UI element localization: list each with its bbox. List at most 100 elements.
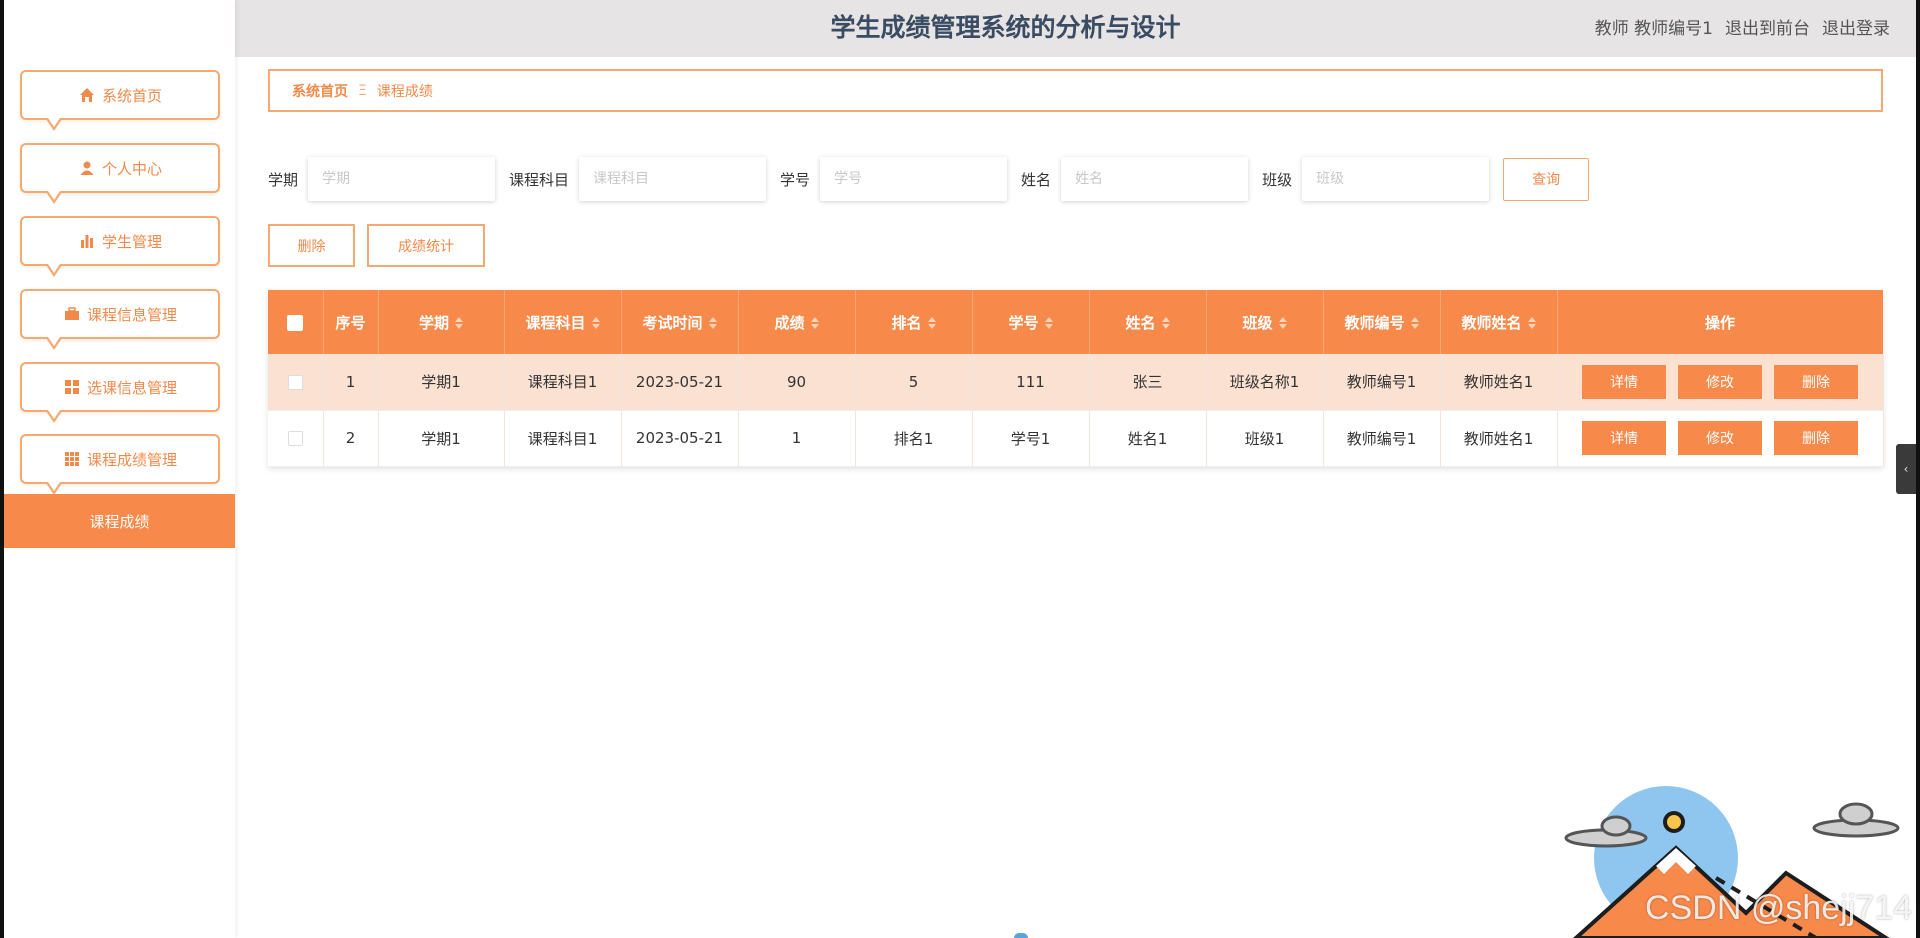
class-label: 班级 [1262,170,1293,189]
cell-rank: 排名1 [855,410,973,467]
row-select-cell [268,354,324,411]
student-id-input[interactable] [820,157,1008,201]
current-user-label: 教师 教师编号1 [1594,19,1713,39]
action-bar: 删除 成绩统计 [268,224,485,267]
cell-teacher-name: 教师姓名1 [1440,410,1558,467]
column-header[interactable]: 学号 [972,290,1090,354]
detail-button[interactable]: 详情 [1582,364,1666,399]
csdn-watermark: CSDN @shejj714 [1645,889,1912,927]
column-header[interactable]: 学期 [378,290,505,354]
column-header-label: 考试时间 [642,313,703,332]
sidebar-item-course-selection[interactable]: 选课信息管理 [20,362,220,423]
sort-icon[interactable] [1278,317,1287,329]
submenu-course-grades[interactable]: 课程成绩 [4,494,235,548]
sort-icon[interactable] [927,317,936,329]
sort-icon[interactable] [810,317,819,329]
cell-teacher-id: 教师编号1 [1323,410,1441,467]
sidebar-item-label: 个人中心 [101,159,162,178]
column-header[interactable]: 班级 [1206,290,1324,354]
column-header[interactable]: 考试时间 [621,290,739,354]
sidebar-item-students[interactable]: 学生管理 [20,216,220,277]
grid-icon [63,378,81,396]
column-header-label: 课程科目 [525,313,586,332]
exit-front-link[interactable]: 退出到前台 [1725,14,1810,39]
sort-icon[interactable] [1527,317,1536,329]
breadcrumb-home[interactable]: 系统首页 [292,81,348,101]
sidebar-item-personal[interactable]: 个人中心 [20,143,220,204]
table-row[interactable]: 1 学期1 课程科目1 2023-05-21 90 5 111 张三 班级名称1… [268,354,1884,411]
select-all-cell [268,290,324,354]
header-user-area: 教师 教师编号1 退出到前台 退出登录 [1595,14,1890,39]
cell-class: 班级1 [1206,410,1324,467]
query-button[interactable]: 查询 [1503,157,1590,201]
grade-stats-button[interactable]: 成绩统计 [367,224,485,267]
column-header[interactable]: 成绩 [738,290,856,354]
cell-name: 张三 [1089,354,1207,411]
detail-button[interactable]: 详情 [1582,421,1666,455]
sort-icon[interactable] [455,317,463,329]
sidebar-item-label: 课程成绩管理 [86,450,177,469]
sort-icon[interactable] [708,317,717,329]
sidebar-item-home[interactable]: 系统首页 [20,70,220,131]
sort-icon[interactable] [1410,317,1419,329]
sidebar-item-label: 选课信息管理 [86,378,177,397]
column-header[interactable]: 课程科目 [504,290,622,354]
cell-teacher-id: 教师编号1 [1323,354,1441,411]
delete-button[interactable]: 删除 [1774,421,1858,455]
class-input[interactable] [1302,157,1490,201]
column-header[interactable]: 排名 [855,290,973,354]
cell-no: 1 [323,354,379,411]
cell-operations: 详情 修改 删除 [1557,410,1884,467]
sort-icon[interactable] [1161,317,1170,329]
logout-link[interactable]: 退出登录 [1822,14,1890,39]
edit-button[interactable]: 修改 [1678,364,1762,399]
column-header[interactable]: 姓名 [1089,290,1207,354]
edit-button[interactable]: 修改 [1678,421,1762,455]
cell-no: 2 [323,410,379,467]
column-header-label: 教师姓名 [1461,313,1522,332]
sort-icon[interactable] [1044,317,1053,329]
column-header-label: 姓名 [1125,313,1156,332]
column-header: 序号 [323,290,379,354]
cell-rank: 5 [855,354,973,411]
cloud-icon [1812,802,1900,838]
collapse-tab[interactable]: ‹ [1896,444,1916,494]
briefcase-icon [63,305,81,323]
cell-name: 姓名1 [1089,410,1207,467]
student-id-label: 学号 [780,170,811,189]
row-select-cell [268,410,324,467]
cell-date: 2023-05-21 [621,354,739,411]
breadcrumb-separator: Ξ [358,82,367,99]
term-label: 学期 [268,170,299,189]
sidebar-item-course-grades[interactable]: 课程成绩管理 [20,434,220,495]
term-input[interactable] [308,157,496,201]
sidebar-item-label: 系统首页 [101,86,162,105]
select-all-checkbox[interactable] [287,314,304,331]
column-header[interactable]: 教师编号 [1323,290,1441,354]
batch-delete-button[interactable]: 删除 [268,224,355,267]
cell-class: 班级名称1 [1206,354,1324,411]
search-form: 学期 课程科目 学号 姓名 班级 查询 [268,157,1590,201]
subject-label: 课程科目 [509,170,570,189]
cell-term: 学期1 [378,354,505,411]
row-checkbox[interactable] [287,374,303,390]
delete-button[interactable]: 删除 [1774,364,1858,399]
scroll-indicator [1014,933,1028,938]
subject-input[interactable] [579,157,767,201]
window-right-border [1916,0,1920,938]
user-icon [78,159,96,177]
name-input[interactable] [1061,157,1249,201]
sort-icon[interactable] [591,317,600,329]
sidebar-item-course-info[interactable]: 课程信息管理 [20,289,220,350]
sidebar: 系统首页 个人中心 学生管理 课程信息管理 选课信息管理 课程成绩管理 课程成绩 [4,0,235,938]
cell-operations: 详情 修改 删除 [1557,354,1884,411]
table-row[interactable]: 2 学期1 课程科目1 2023-05-21 1 排名1 学号1 姓名1 班级1… [268,410,1884,467]
breadcrumb: 系统首页 Ξ 课程成绩 [268,69,1883,112]
row-checkbox[interactable] [287,431,303,446]
column-header[interactable]: 教师姓名 [1440,290,1558,354]
bar-chart-icon [78,232,96,250]
sidebar-item-label: 课程信息管理 [86,305,177,324]
column-header-label: 班级 [1242,313,1273,332]
cell-teacher-name: 教师姓名1 [1440,354,1558,411]
table-header-row: 序号 学期 课程科目 考试时间 成绩 排名 学号 姓名 班级 教师编号 教师姓名… [268,290,1884,354]
